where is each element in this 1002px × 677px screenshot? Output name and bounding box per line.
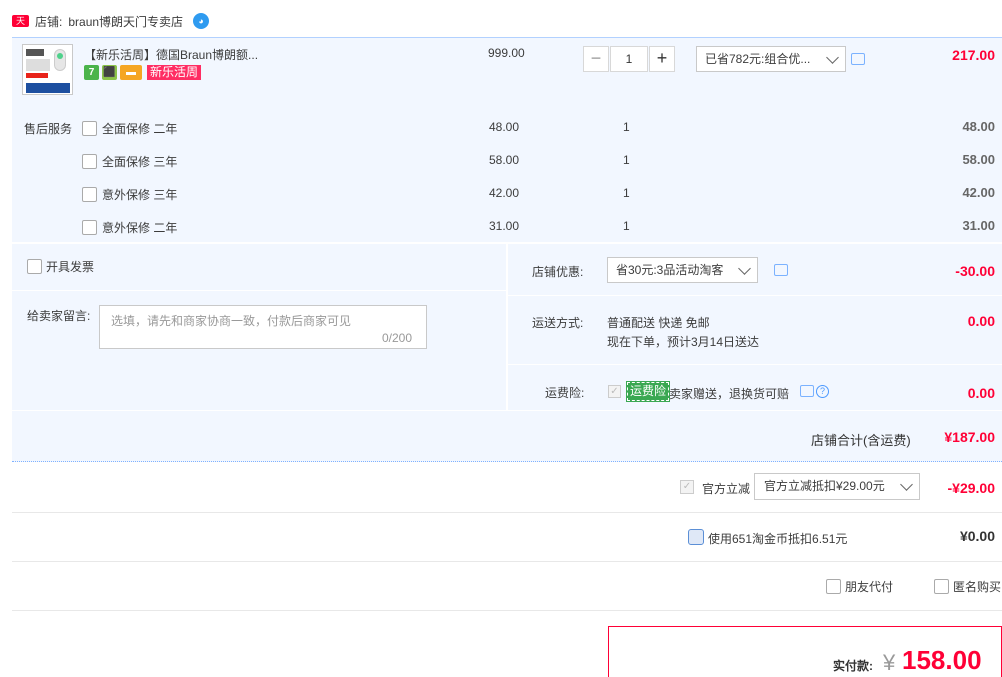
- service-name: 意外保修 二年: [102, 220, 178, 235]
- checkbox[interactable]: [27, 259, 42, 274]
- divider: [508, 295, 1002, 296]
- divider: [12, 561, 1002, 562]
- friend-pay-label: 朋友代付: [845, 580, 894, 594]
- quantity-stepper: − 1 +: [583, 46, 675, 72]
- insurance-icons: ?: [800, 385, 829, 398]
- service-price: 42.00: [489, 186, 520, 200]
- credit-card-icon: ▬: [120, 65, 142, 80]
- campaign-badge: 新乐活周: [147, 65, 202, 80]
- payment-label: 实付款:: [833, 659, 873, 673]
- quantity-input[interactable]: 1: [610, 46, 648, 72]
- shipping-label: 运送方式:: [532, 316, 584, 330]
- product-thumbnail[interactable]: [22, 44, 73, 95]
- service-total: 42.00: [962, 185, 995, 200]
- checkbox[interactable]: [82, 219, 97, 235]
- minus-button[interactable]: −: [583, 46, 609, 72]
- service-price: 31.00: [489, 219, 520, 233]
- currency-symbol: ¥: [883, 650, 896, 675]
- checkbox[interactable]: [82, 120, 97, 136]
- invoice-label: 开具发票: [46, 260, 95, 274]
- shop-discount-value: 省30元:3品活动淘客: [616, 263, 724, 277]
- service-price: 48.00: [489, 120, 520, 134]
- checkbox[interactable]: [82, 186, 97, 202]
- checkbox[interactable]: [934, 579, 949, 594]
- subtotal-amount: ¥187.00: [944, 429, 995, 445]
- checkbox[interactable]: [82, 153, 97, 169]
- chevron-down-icon: [826, 51, 839, 64]
- shipping-amount: 0.00: [967, 313, 995, 329]
- invoice-option[interactable]: 开具发票: [27, 258, 94, 275]
- comment-icon[interactable]: [774, 264, 788, 276]
- guarantee-icon: ⬛: [102, 65, 117, 80]
- plus-button[interactable]: +: [649, 46, 675, 72]
- coins-label: 使用651淘金币抵扣6.51元: [708, 532, 848, 546]
- service-price: 58.00: [489, 153, 520, 167]
- chevron-down-icon: [900, 478, 913, 491]
- service-qty: 1: [623, 120, 630, 134]
- insurance-text: 卖家赠送，退换货可赔: [669, 387, 790, 401]
- service-option[interactable]: 全面保修 三年: [82, 152, 177, 170]
- tmall-logo-icon: 天猫: [12, 15, 29, 38]
- comment-icon[interactable]: [800, 385, 814, 397]
- divider: [12, 512, 1002, 513]
- divider: [12, 610, 1002, 611]
- service-qty: 1: [623, 186, 630, 200]
- product-badges: 7 ⬛ ▬ 新乐活周: [84, 65, 202, 80]
- store-header: 天猫 店铺: braun博朗天门专卖店 ◕: [12, 10, 210, 38]
- chevron-down-icon: [738, 262, 751, 275]
- service-total: 58.00: [962, 152, 995, 167]
- payment-amount: 158.00: [902, 645, 982, 675]
- shipping-eta: 现在下单，预计3月14日送达: [607, 335, 760, 349]
- anonymous-purchase-option[interactable]: 匿名购买: [934, 578, 1001, 595]
- shop-discount-amount: -30.00: [955, 263, 995, 279]
- official-discount-checkbox: ✓: [680, 480, 694, 494]
- service-qty: 1: [623, 219, 630, 233]
- message-counter: 0/200: [382, 331, 413, 345]
- coins-amount: ¥0.00: [959, 528, 995, 544]
- seven-day-return-icon: 7: [84, 65, 99, 80]
- service-option[interactable]: 意外保修 二年: [82, 218, 177, 236]
- store-label: 店铺:: [35, 14, 63, 29]
- official-discount-label: 官方立减: [702, 482, 751, 496]
- shop-discount-label: 店铺优惠:: [532, 265, 584, 279]
- official-discount-select[interactable]: 官方立减抵扣¥29.00元: [754, 473, 920, 500]
- official-discount-value: 官方立减抵扣¥29.00元: [764, 479, 885, 493]
- service-name: 全面保修 三年: [102, 154, 178, 169]
- chat-bubble-icon[interactable]: ◕: [193, 13, 210, 29]
- friend-pay-option[interactable]: 朋友代付: [826, 578, 893, 595]
- divider: [12, 290, 506, 291]
- message-label: 给卖家留言:: [27, 309, 91, 323]
- item-promo-select[interactable]: 已省782元:组合优...: [696, 46, 846, 72]
- message-placeholder: 选填，请先和商家协商一致，付款后商家可见: [111, 314, 352, 328]
- service-total: 48.00: [962, 119, 995, 134]
- shop-discount-select[interactable]: 省30元:3品活动淘客: [607, 257, 758, 283]
- service-option[interactable]: 全面保修 二年: [82, 119, 177, 137]
- subtotal-label: 店铺合计(含运费): [811, 433, 911, 448]
- insurance-amount: 0.00: [967, 385, 995, 401]
- item-promo-value: 已省782元:组合优...: [705, 52, 811, 66]
- service-label: 售后服务: [24, 122, 73, 136]
- official-discount-amount: -¥29.00: [947, 480, 995, 496]
- insurance-tag: 运费险: [625, 381, 671, 402]
- service-total: 31.00: [962, 218, 995, 233]
- item-total: 217.00: [952, 47, 995, 63]
- help-icon[interactable]: ?: [816, 385, 829, 398]
- store-name-link[interactable]: braun博朗天门专卖店: [68, 13, 183, 30]
- coins-checkbox[interactable]: [688, 529, 704, 545]
- insurance-checkbox: ✓: [608, 385, 621, 398]
- checkbox[interactable]: [826, 579, 841, 594]
- service-name: 意外保修 三年: [102, 187, 178, 202]
- product-title-link[interactable]: 【新乐活周】德国Braun博朗额...: [84, 46, 258, 63]
- service-option[interactable]: 意外保修 三年: [82, 185, 177, 203]
- anonymous-label: 匿名购买: [953, 580, 1002, 594]
- comment-icon[interactable]: [851, 53, 865, 65]
- divider: [508, 364, 1002, 365]
- service-qty: 1: [623, 153, 630, 167]
- service-name: 全面保修 二年: [102, 121, 178, 136]
- shipping-method: 普通配送 快递 免邮: [607, 316, 710, 330]
- unit-price: 999.00: [488, 46, 525, 60]
- insurance-label: 运费险:: [545, 386, 585, 400]
